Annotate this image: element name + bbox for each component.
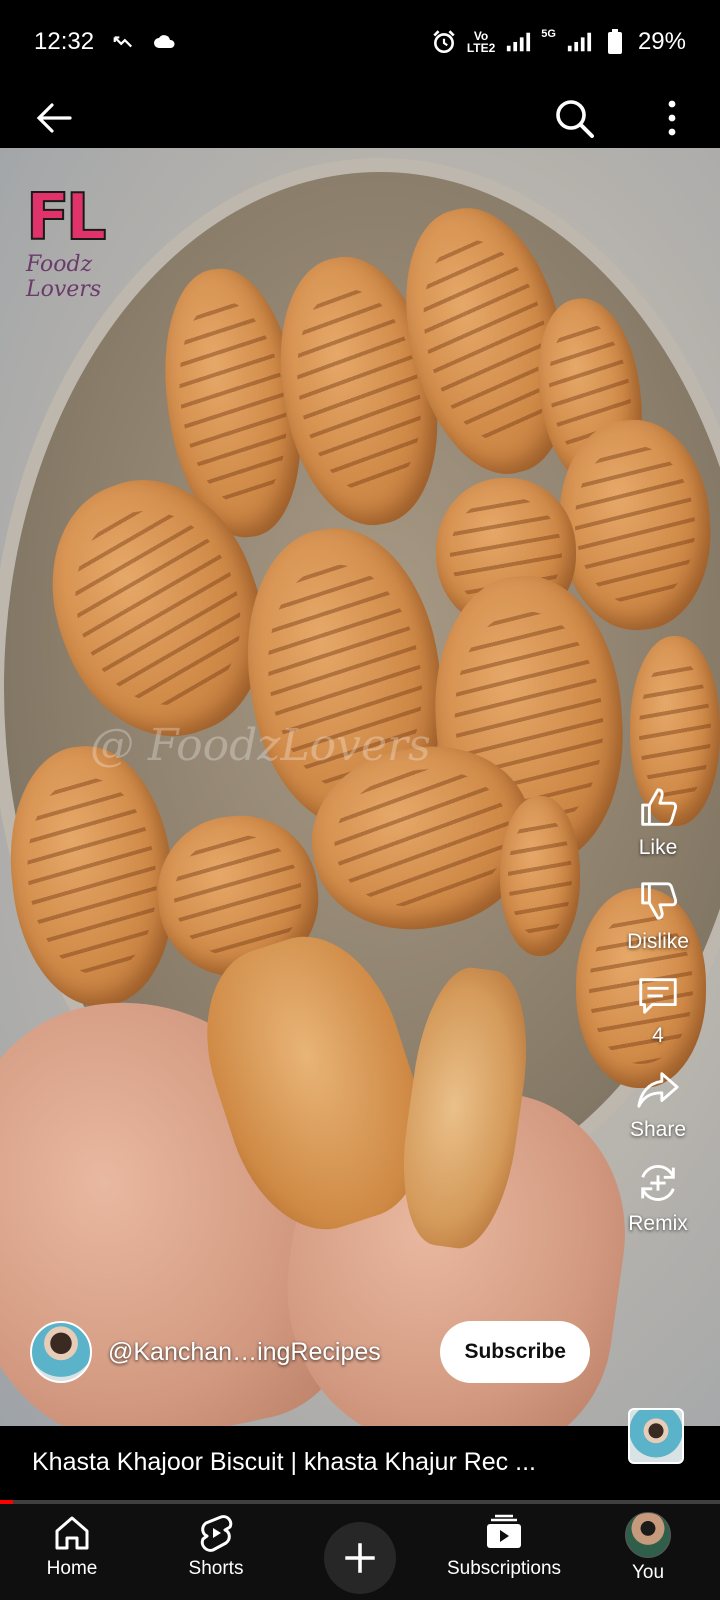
nav-home[interactable]: Home xyxy=(0,1504,144,1600)
dislike-button[interactable]: Dislike xyxy=(610,878,706,954)
subscriptions-icon xyxy=(487,1514,521,1548)
more-vertical-icon[interactable] xyxy=(652,96,692,140)
comments-count: 4 xyxy=(652,1024,664,1047)
like-label: Like xyxy=(638,836,678,859)
battery-percent: 29% xyxy=(637,28,686,55)
bottom-navigation: Home Shorts Subscriptions You xyxy=(0,1504,720,1600)
nav-subscriptions[interactable]: Subscriptions xyxy=(432,1504,576,1600)
nav-you-label: You xyxy=(631,1562,665,1583)
volte-bottom-label: LTE2 xyxy=(466,41,496,55)
alarm-icon xyxy=(431,29,457,55)
nav-shorts[interactable]: Shorts xyxy=(144,1504,288,1600)
subscribe-button[interactable]: Subscribe xyxy=(440,1321,590,1383)
search-icon[interactable] xyxy=(552,96,596,140)
shorts-icon xyxy=(200,1515,233,1552)
sound-thumbnail[interactable] xyxy=(628,1408,684,1464)
channel-avatar[interactable] xyxy=(30,1321,92,1383)
nav-subscriptions-label: Subscriptions xyxy=(446,1558,562,1579)
thumb-down-icon xyxy=(641,882,678,920)
plus-icon xyxy=(345,1543,375,1573)
home-icon xyxy=(55,1516,89,1550)
nav-home-label: Home xyxy=(46,1558,98,1579)
volte-indicator: Vo LTE2 xyxy=(467,30,495,54)
cloud-icon xyxy=(152,29,178,55)
biscuit-image xyxy=(500,796,580,956)
nav-create[interactable] xyxy=(288,1504,432,1600)
nav-you[interactable]: You xyxy=(576,1504,720,1600)
comments-button[interactable]: 4 xyxy=(610,972,706,1048)
share-icon xyxy=(637,1072,679,1108)
signal-icon xyxy=(505,29,531,55)
share-button[interactable]: Share xyxy=(610,1066,706,1142)
network-type-label: 5G xyxy=(541,28,556,40)
status-bar: 12:32 Vo LTE2 5G 29% xyxy=(0,0,720,84)
dislike-label: Dislike xyxy=(627,930,689,953)
back-arrow-icon[interactable] xyxy=(32,96,76,140)
missed-call-icon xyxy=(110,29,136,55)
channel-row: @Kanchan…ingRecipes Subscribe xyxy=(30,1320,590,1384)
action-rail: Like Dislike 4 Share Remix xyxy=(610,784,706,1254)
status-time: 12:32 xyxy=(34,28,95,55)
create-button[interactable] xyxy=(324,1522,396,1594)
logo-text: Foodz Lovers xyxy=(26,252,102,302)
thumb-up-icon xyxy=(641,788,678,826)
video-title[interactable]: Khasta Khajoor Biscuit | khasta Khajur R… xyxy=(32,1448,536,1477)
top-bar xyxy=(0,84,720,148)
remix-button[interactable]: Remix xyxy=(610,1160,706,1236)
channel-name[interactable]: @Kanchan…ingRecipes xyxy=(108,1338,381,1367)
channel-logo: FL Foodz Lovers xyxy=(25,181,156,302)
logo-letters: FL xyxy=(25,181,108,255)
nav-shorts-label: Shorts xyxy=(188,1558,244,1579)
share-label: Share xyxy=(629,1118,687,1141)
battery-icon xyxy=(602,29,628,55)
title-bar: Khasta Khajoor Biscuit | khasta Khajur R… xyxy=(0,1408,720,1502)
like-button[interactable]: Like xyxy=(610,784,706,860)
video-player[interactable]: FL Foodz Lovers @ FoodzLovers Like Disli… xyxy=(0,148,720,1426)
you-avatar xyxy=(625,1512,671,1558)
comment-icon xyxy=(639,978,677,1014)
video-watermark: @ FoodzLovers xyxy=(90,720,431,771)
remix-icon xyxy=(641,1165,675,1201)
remix-label: Remix xyxy=(628,1212,688,1235)
signal-5g-icon xyxy=(566,29,592,55)
